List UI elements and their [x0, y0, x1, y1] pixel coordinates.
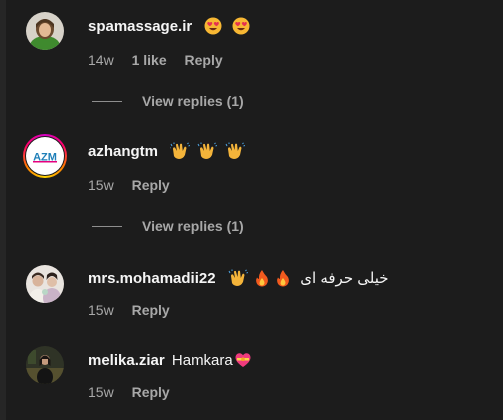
reply-button[interactable]: Reply [132, 384, 170, 400]
avatar[interactable]: AZM [26, 137, 64, 175]
avatar[interactable] [26, 265, 64, 303]
username-link[interactable]: melika.ziar [88, 352, 165, 369]
heart-with-ribbon-emoji-icon [234, 351, 252, 375]
comment-header: azhangtm [88, 142, 245, 166]
comment-meta: 15w Reply [88, 383, 184, 401]
comment-text: Hamkara [171, 352, 233, 369]
view-replies-button[interactable]: View replies (1) [92, 92, 244, 110]
avatar[interactable] [26, 12, 64, 50]
reply-button[interactable]: Reply [132, 302, 170, 318]
comment-header: spamassage.ir [88, 17, 250, 41]
comment-header: melika.ziar Hamkara [88, 351, 252, 375]
clapping-hands-emoji-icon [169, 142, 191, 166]
timestamp: 15w [88, 384, 114, 400]
comment-meta: 14w 1 like Reply [88, 51, 237, 69]
replies-divider-line [92, 101, 122, 102]
left-edge-strip [0, 0, 6, 420]
heart-eyes-emoji-icon [232, 17, 250, 41]
view-replies-label: View replies (1) [142, 218, 244, 234]
reply-button[interactable]: Reply [132, 177, 170, 193]
clapping-hands-emoji-icon [197, 142, 218, 166]
comment-meta: 15w Reply [88, 301, 184, 319]
comment-header: mrs.mohamadii22 خیلی حرفه ای [88, 269, 389, 293]
username-link[interactable]: spamassage.ir [88, 18, 192, 35]
heart-eyes-emoji-icon [204, 17, 222, 41]
clapping-hands-emoji-icon [228, 269, 248, 293]
avatar[interactable] [26, 346, 64, 384]
view-replies-button[interactable]: View replies (1) [92, 217, 244, 235]
comments-panel: spamassage.ir 14w 1 like Reply View repl… [0, 0, 503, 420]
fire-emoji-icon [276, 269, 290, 293]
fire-emoji-icon [255, 269, 269, 293]
timestamp: 15w [88, 177, 114, 193]
likes-count-button[interactable]: 1 like [132, 52, 167, 68]
username-link[interactable]: mrs.mohamadii22 [88, 270, 216, 287]
timestamp: 14w [88, 52, 114, 68]
comment-meta: 15w Reply [88, 176, 184, 194]
clapping-hands-emoji-icon [225, 142, 245, 166]
comment-text: خیلی حرفه ای [300, 270, 389, 287]
replies-divider-line [92, 226, 122, 227]
username-link[interactable]: azhangtm [88, 143, 158, 160]
timestamp: 15w [88, 302, 114, 318]
view-replies-label: View replies (1) [142, 93, 244, 109]
reply-button[interactable]: Reply [185, 52, 223, 68]
